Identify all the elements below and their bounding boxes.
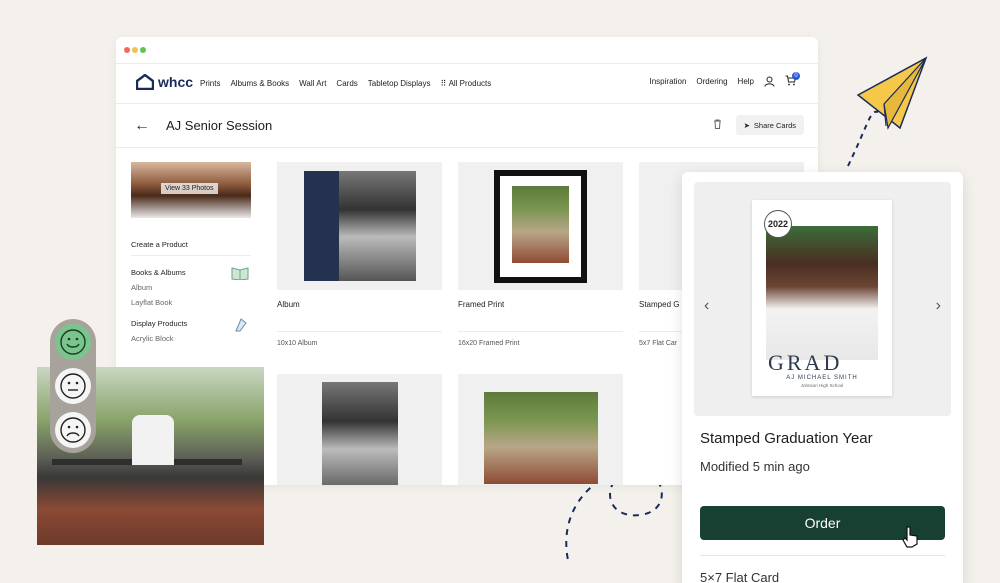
top-navigation: whcc Prints Albums & Books Wall Art Card… (116, 64, 818, 104)
previous-arrow-icon[interactable]: ‹ (704, 297, 709, 315)
nav-link-wall-art[interactable]: Wall Art (299, 79, 326, 88)
neutral-face-icon[interactable] (55, 368, 91, 404)
book-icon (231, 267, 249, 280)
session-header: ← AJ Senior Session ➤ Share Cards (116, 104, 818, 148)
product-name: Framed Print (458, 300, 505, 309)
product-thumbnail (277, 162, 442, 290)
feedback-widget (50, 319, 96, 453)
product-detail-panel: ‹ › 2022 GRAD AJ MICHAEL SMITH Johnson H… (682, 172, 963, 583)
year-stamp: 2022 (764, 210, 792, 238)
print-photo (322, 382, 398, 485)
minimize-window-button[interactable] (132, 47, 138, 53)
send-icon: ➤ (743, 120, 750, 130)
graduate-name: AJ MICHAEL SMITH (786, 375, 858, 381)
create-product-heading: Create a Product (131, 240, 251, 256)
category-item-acrylic-block[interactable]: Acrylic Block (131, 334, 251, 343)
house-logo-icon (136, 74, 154, 90)
subject (132, 415, 174, 465)
school-name: Johnson High School (800, 383, 844, 388)
user-icon[interactable] (764, 76, 775, 87)
nav-link-all-products[interactable]: ⠿ All Products (440, 79, 491, 88)
canvas-photo (484, 392, 598, 484)
product-card-print[interactable] (277, 374, 442, 485)
next-arrow-icon[interactable]: › (936, 297, 941, 315)
product-size: 16x20 Framed Print (458, 340, 520, 347)
session-cover-photo[interactable]: View 33 Photos (131, 162, 251, 218)
cart-count-badge: 0 (792, 72, 800, 80)
product-card-canvas[interactable] (458, 374, 623, 485)
happy-face-icon[interactable] (55, 324, 91, 360)
share-cards-label: Share Cards (753, 120, 796, 130)
close-window-button[interactable] (124, 47, 130, 53)
product-title: Stamped Graduation Year (700, 430, 873, 447)
display-stand-icon (235, 318, 247, 332)
modified-timestamp: Modified 5 min ago (700, 459, 810, 474)
flat-card-preview: 2022 GRAD AJ MICHAEL SMITH Johnson High … (752, 200, 892, 396)
nav-link-help[interactable]: Help (738, 77, 754, 86)
product-name: Album (277, 300, 300, 309)
category-item-layflat-book[interactable]: Layflat Book (131, 298, 251, 307)
brand-name: whcc (158, 74, 194, 90)
product-preview: ‹ › 2022 GRAD AJ MICHAEL SMITH Johnson H… (694, 182, 951, 416)
product-thumbnail (458, 162, 623, 290)
category-item-album[interactable]: Album (131, 283, 251, 292)
pointer-cursor-icon (902, 526, 918, 548)
grad-text: GRAD (768, 350, 843, 375)
paper-plane-icon (856, 56, 928, 130)
view-photos-link[interactable]: View 33 Photos (161, 183, 218, 194)
product-thumbnail (458, 374, 623, 485)
whcc-logo[interactable]: whcc (136, 74, 193, 90)
sad-face-icon[interactable] (55, 412, 91, 448)
product-sidebar: View 33 Photos Create a Product Books & … (131, 162, 251, 343)
album-photo (339, 171, 416, 281)
nav-link-all-products-label: All Products (448, 79, 492, 88)
product-thumbnail (277, 374, 442, 485)
framed-photo (512, 186, 569, 263)
trash-icon[interactable] (713, 119, 722, 129)
back-arrow-icon[interactable]: ← (134, 117, 150, 135)
nav-link-prints[interactable]: Prints (200, 79, 220, 88)
product-card-album[interactable]: Album 10x10 Album (277, 162, 442, 347)
category-books-albums[interactable]: Books & Albums Album Layflat Book (131, 267, 251, 307)
nav-link-inspiration[interactable]: Inspiration (650, 77, 687, 86)
nav-link-ordering[interactable]: Ordering (696, 77, 727, 86)
product-size: 5×7 Flat Card (700, 570, 780, 583)
product-size: 10x10 Album (277, 340, 318, 347)
nav-link-cards[interactable]: Cards (336, 79, 357, 88)
card-photo (766, 226, 878, 360)
share-cards-button[interactable]: ➤ Share Cards (735, 115, 804, 135)
category-display-products[interactable]: Display Products Acrylic Block (131, 318, 251, 343)
nav-link-tabletop-displays[interactable]: Tabletop Displays (368, 79, 431, 88)
maximize-window-button[interactable] (140, 47, 146, 53)
grid-icon: ⠿ (440, 79, 449, 88)
cart-button[interactable]: 0 (785, 72, 800, 88)
nav-link-albums-books[interactable]: Albums & Books (230, 79, 289, 88)
product-card-framed-print[interactable]: Framed Print 16x20 Framed Print (458, 162, 623, 347)
page-title: AJ Senior Session (166, 118, 273, 133)
window-titlebar (116, 37, 818, 64)
